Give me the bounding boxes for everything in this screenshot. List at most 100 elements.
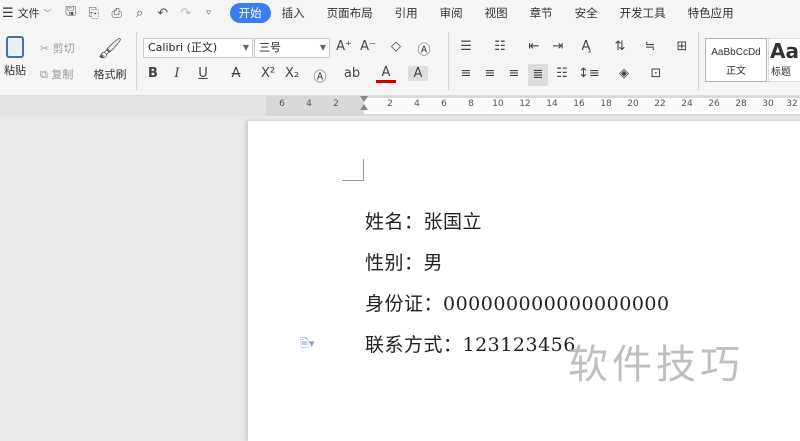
ruler-tick: 26 (708, 99, 720, 109)
justify-icon[interactable]: ≣ (528, 64, 548, 86)
tab-page-layout[interactable]: 页面布局 (316, 3, 384, 23)
chevron-down-icon: ▼ (242, 43, 249, 52)
decrease-indent-icon[interactable]: ⇤ (524, 39, 544, 54)
export-pdf-icon[interactable]: ⎘ (87, 6, 101, 21)
style-normal-preview: AaBbCcDd (711, 47, 761, 58)
indent-marker-icon[interactable] (359, 96, 368, 116)
ruler-tick: 10 (492, 99, 504, 109)
ruler-tick: 4 (306, 99, 312, 109)
clipboard-icon (6, 36, 24, 58)
ruler-tick: 4 (414, 99, 420, 109)
subscript-icon[interactable]: X₂ (282, 66, 302, 81)
line-spacing-icon[interactable]: ↕≡ (578, 66, 600, 81)
tab-home[interactable]: 开始 (229, 3, 271, 23)
numbered-list-icon[interactable]: ☷ (490, 39, 510, 54)
text-effect-icon[interactable]: Ⓐ (310, 66, 330, 85)
ruler-tick: 14 (546, 99, 558, 109)
tab-review[interactable]: 审阅 (429, 3, 474, 23)
ruler-tick: 20 (627, 99, 639, 109)
distribute-icon[interactable]: ☷ (552, 66, 572, 81)
undo-icon[interactable]: ↶ (156, 6, 170, 21)
redo-icon[interactable]: ↷ (179, 6, 193, 21)
ruler-tick: 18 (600, 99, 612, 109)
group-divider (698, 32, 699, 90)
font-name-value: Calibri (正文) (148, 41, 218, 54)
tab-developer[interactable]: 开发工具 (609, 3, 677, 23)
char-shading-icon[interactable]: A (408, 66, 428, 81)
ruler-tick: 32 (786, 99, 798, 109)
save-icon[interactable]: 🖫 (64, 2, 78, 24)
chinese-layout-icon[interactable]: A̧ (576, 39, 596, 54)
quick-access-toolbar: 🖫 ⎘ ⎙ ⌕ ↶ ↷ ▿ (64, 2, 216, 24)
ruler-tick: 12 (519, 99, 531, 109)
document-line[interactable]: 联系方式：123123456 (365, 330, 576, 357)
font-color-icon[interactable]: A (376, 66, 396, 83)
ruler-tick: 16 (573, 99, 585, 109)
file-menu-label[interactable]: 文件 (18, 5, 40, 21)
align-right-icon[interactable]: ≡ (504, 66, 524, 81)
paste-button[interactable]: 粘贴 (0, 36, 30, 86)
tab-view[interactable]: 视图 (474, 3, 519, 23)
ribbon: 粘贴 ✂ 剪切 ⧉ 复制 🖌 格式刷 Calibri (正文) ▼ 三号 ▼ A… (0, 26, 800, 96)
copy-icon: ⧉ (40, 68, 48, 81)
ruler-tick: 22 (654, 99, 666, 109)
file-menu[interactable]: ☰ 文件 ﹀ (0, 5, 52, 21)
format-painter-button[interactable]: 🖌 格式刷 (90, 36, 130, 82)
bullet-list-icon[interactable]: ☰ (456, 39, 476, 54)
document-line[interactable]: 性别：男 (365, 248, 443, 275)
style-normal[interactable]: AaBbCcDd 正文 (705, 38, 767, 82)
font-size-select[interactable]: 三号 ▼ (254, 38, 330, 58)
ruler-tick: 24 (681, 99, 693, 109)
hamburger-icon[interactable]: ☰ (2, 6, 14, 21)
customize-icon[interactable]: ▿ (202, 8, 216, 18)
highlight-icon[interactable]: ab (342, 66, 362, 81)
underline-icon[interactable]: U (193, 66, 213, 81)
italic-icon[interactable]: I (167, 66, 187, 81)
tab-references[interactable]: 引用 (384, 3, 429, 23)
document-line[interactable]: 姓名：张国立 (365, 207, 482, 234)
tab-sections[interactable]: 章节 (519, 3, 564, 23)
paragraph-layout-icon[interactable]: 🗎▾ (300, 335, 314, 354)
ruler-tick: 6 (279, 99, 285, 109)
table-border-icon[interactable]: ⊞ (672, 39, 692, 54)
strikethrough-icon[interactable]: A (226, 66, 246, 81)
title-bar: ☰ 文件 ﹀ 🖫 ⎘ ⎙ ⌕ ↶ ↷ ▿ 开始 插入 页面布局 引用 审阅 视图… (0, 0, 800, 26)
sort-icon[interactable]: ⇅ (610, 39, 630, 54)
borders-icon[interactable]: ⊡ (646, 66, 666, 81)
tab-special-apps[interactable]: 特色应用 (677, 3, 745, 23)
style-heading-preview: Aa (770, 39, 799, 63)
clear-format-icon[interactable]: ◇ (386, 39, 406, 54)
tab-insert[interactable]: 插入 (271, 3, 316, 23)
font-name-select[interactable]: Calibri (正文) ▼ (143, 38, 253, 58)
superscript-icon[interactable]: X² (258, 66, 278, 81)
tab-security[interactable]: 安全 (564, 3, 609, 23)
cut-button[interactable]: ✂ 剪切 (40, 40, 75, 56)
document-line[interactable]: 身份证：000000000000000000 (365, 289, 670, 316)
print-icon[interactable]: ⎙ (110, 6, 124, 21)
increase-font-icon[interactable]: A⁺ (334, 39, 354, 54)
char-border-icon[interactable]: Ⓐ (414, 39, 434, 58)
ruler-tick: 6 (441, 99, 447, 109)
style-heading[interactable]: Aa 标题 (768, 38, 800, 82)
paste-label: 粘贴 (4, 64, 26, 77)
ruler-tick: 2 (333, 99, 339, 109)
copy-button[interactable]: ⧉ 复制 (40, 66, 73, 82)
ruler-tick: 8 (468, 99, 474, 109)
increase-indent-icon[interactable]: ⇥ (548, 39, 568, 54)
ruler-tick: 30 (762, 99, 774, 109)
style-heading-label: 标题 (771, 67, 791, 78)
horizontal-ruler[interactable]: 6 4 2 2 4 6 8 10 12 14 16 18 20 22 24 26… (0, 96, 800, 116)
format-painter-label: 格式刷 (93, 68, 127, 81)
shading-icon[interactable]: ◈ (614, 66, 634, 81)
font-size-value: 三号 (259, 41, 281, 54)
scissors-icon: ✂ (40, 42, 50, 55)
align-left-icon[interactable]: ≡ (456, 66, 476, 81)
bold-icon[interactable]: B (143, 66, 163, 81)
brush-icon: 🖌 (97, 36, 123, 60)
show-marks-icon[interactable]: ≒ (640, 39, 660, 54)
print-preview-icon[interactable]: ⌕ (133, 6, 147, 21)
align-center-icon[interactable]: ≡ (480, 66, 500, 81)
chevron-down-icon[interactable]: ﹀ (44, 8, 52, 19)
document-page[interactable]: 姓名：张国立 性别：男 身份证：000000000000000000 联系方式：… (248, 121, 800, 441)
decrease-font-icon[interactable]: A⁻ (358, 39, 378, 54)
